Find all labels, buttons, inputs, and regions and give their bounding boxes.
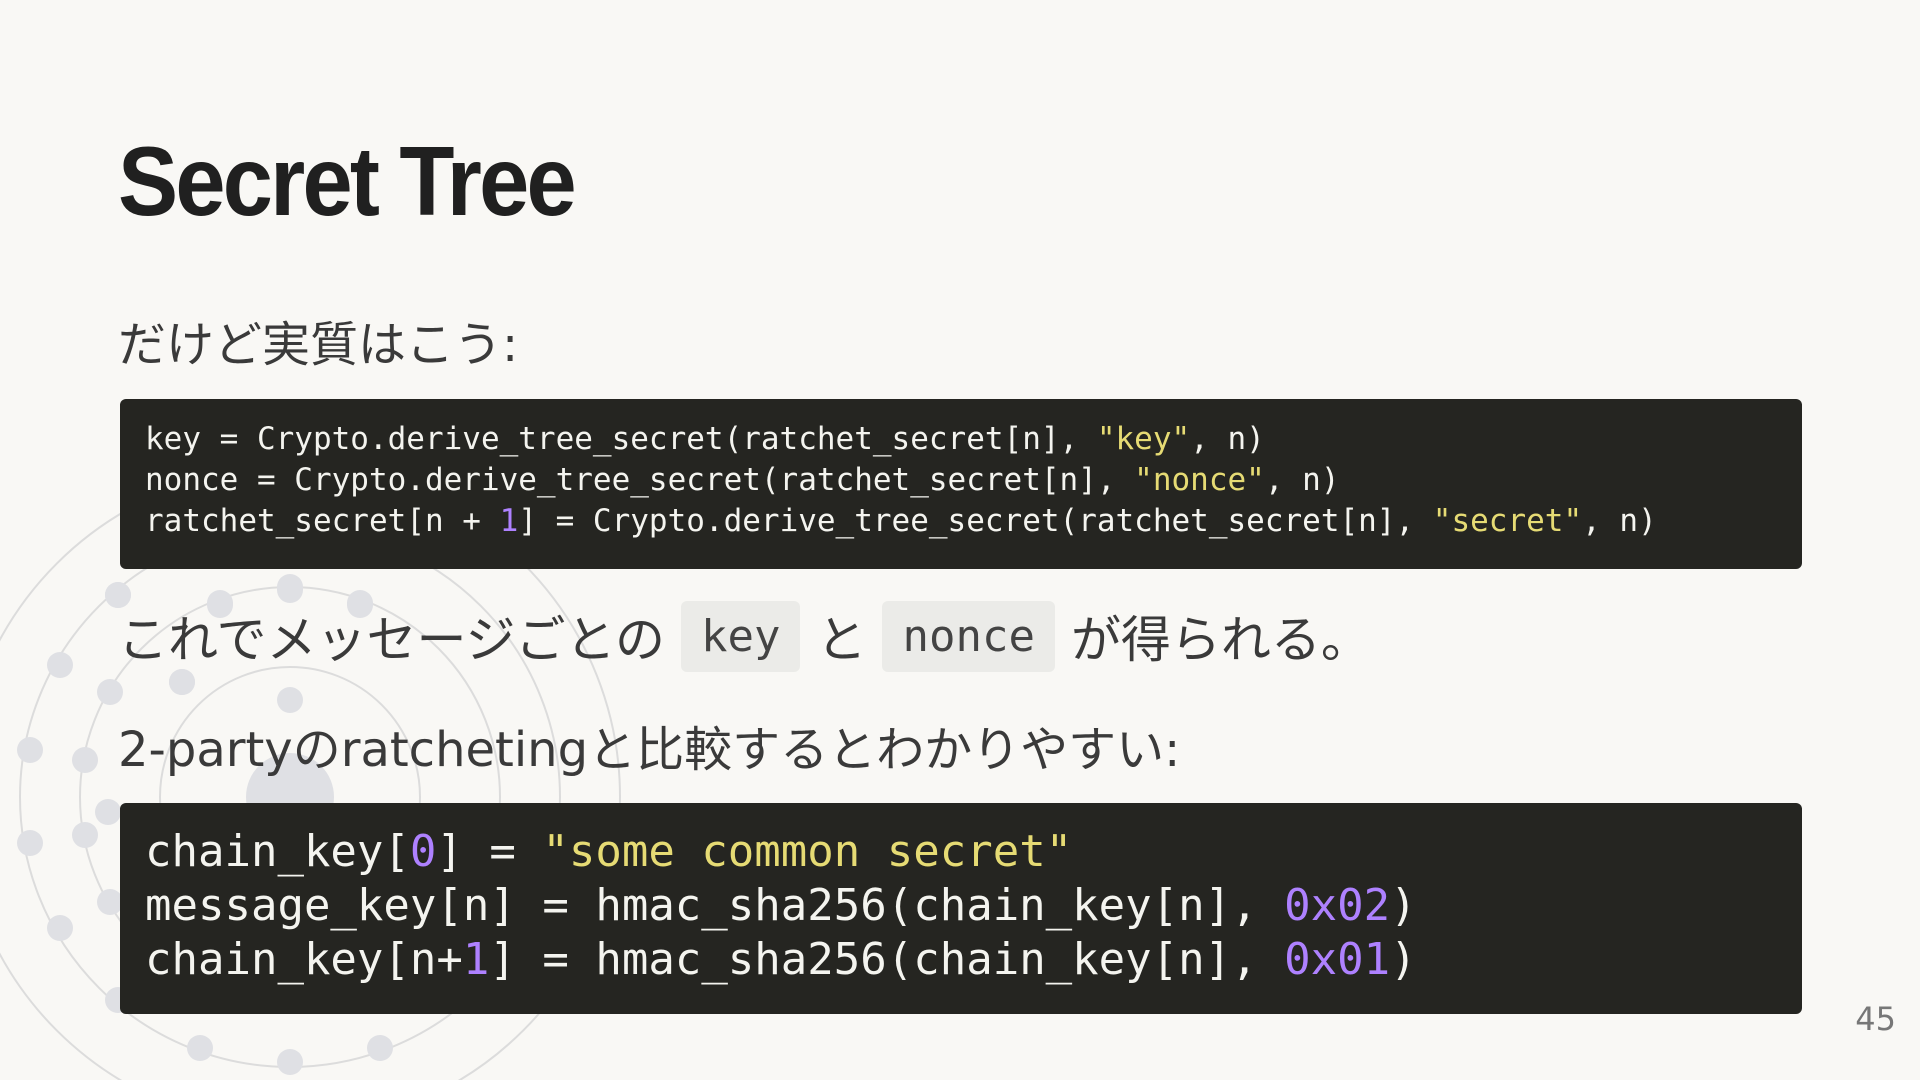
page-number: 45 — [1855, 1000, 1896, 1038]
code-text: chain_key[n+ — [145, 934, 463, 985]
code-text: ] = — [436, 826, 543, 877]
code-text: ] = hmac_sha256(chain_key[n], — [489, 934, 1285, 985]
code-line: nonce = Crypto.derive_tree_secret(ratche… — [145, 460, 1777, 501]
code-number: 0x02 — [1284, 880, 1391, 931]
code-text: , n) — [1582, 503, 1657, 539]
intro-text: だけど実質はこう: — [118, 317, 519, 373]
code-string: "secret" — [1432, 503, 1583, 539]
code-number: 0x01 — [1284, 934, 1391, 985]
code-text: chain_key[ — [145, 826, 410, 877]
code-text: nonce = Crypto.derive_tree_secret(ratche… — [145, 462, 1135, 498]
code-text: key = Crypto.derive_tree_secret(ratchet_… — [145, 421, 1097, 457]
result-suffix: が得られる。 — [1070, 611, 1371, 669]
code-text: , n) — [1264, 462, 1340, 498]
code-text: , n) — [1190, 421, 1265, 457]
code-string: "nonce" — [1134, 462, 1265, 498]
code-number: 0 — [409, 826, 437, 877]
code-text: message_key[n] = hmac_sha256(chain_key[n… — [145, 880, 1285, 931]
code-block-tree-secret: key = Crypto.derive_tree_secret(ratchet_… — [120, 399, 1802, 569]
code-number: 1 — [499, 503, 519, 539]
code-text: ) — [1390, 934, 1417, 985]
result-prefix: これでメッセージごとの — [118, 611, 665, 669]
inline-code-nonce: nonce — [882, 600, 1055, 672]
code-text: ) — [1390, 880, 1417, 931]
code-line: key = Crypto.derive_tree_secret(ratchet_… — [145, 419, 1777, 460]
code-line: ratchet_secret[n + 1] = Crypto.derive_tr… — [145, 501, 1777, 542]
code-number: 1 — [462, 934, 490, 985]
code-string: "some common secret" — [542, 826, 1073, 877]
slide-title: Secret Tree — [118, 126, 577, 236]
code-block-ratchet: chain_key[0] = "some common secret" messa… — [120, 803, 1802, 1014]
code-line: chain_key[n+1] = hmac_sha256(chain_key[n… — [145, 933, 1777, 987]
code-text: ratchet_secret[n + — [145, 503, 500, 539]
code-line: message_key[n] = hmac_sha256(chain_key[n… — [145, 879, 1777, 933]
code-line: chain_key[0] = "some common secret" — [145, 825, 1777, 879]
result-text: これでメッセージごとの key と nonce が得られる。 — [118, 600, 1371, 672]
result-mid: と — [816, 611, 867, 669]
compare-text: 2-partyのratchetingと比較するとわかりやすい: — [118, 722, 1181, 778]
code-text: ] = Crypto.derive_tree_secret(ratchet_se… — [518, 503, 1433, 539]
inline-code-key: key — [681, 600, 801, 672]
code-string: "key" — [1096, 421, 1191, 457]
